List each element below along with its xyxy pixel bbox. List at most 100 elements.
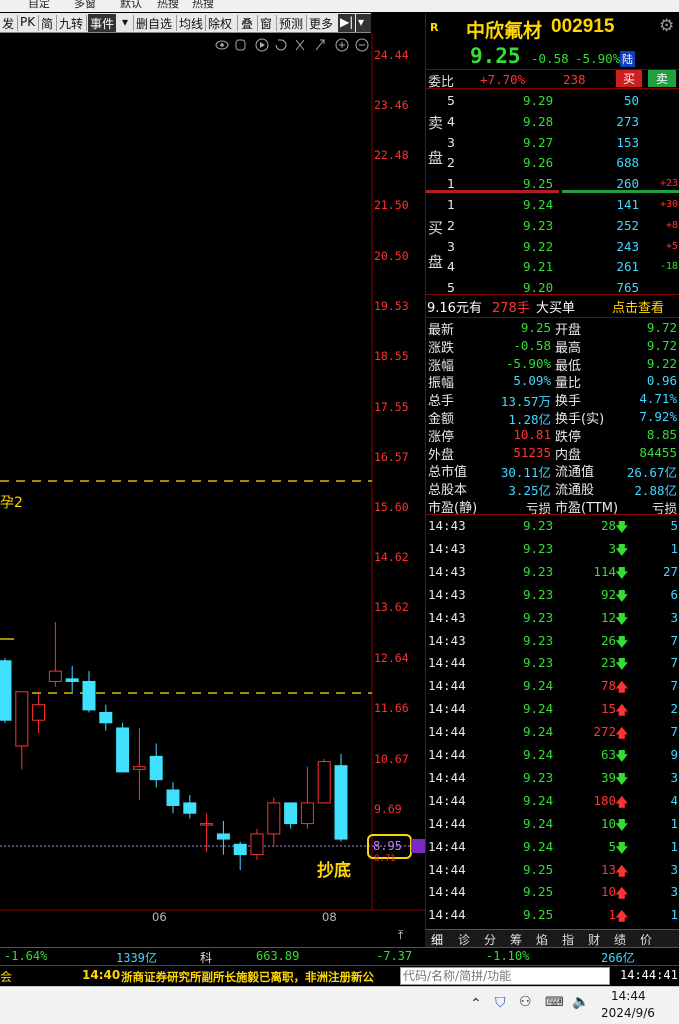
taskbar-date[interactable]: 2024/9/6 [601, 1006, 655, 1020]
chevron-down-icon[interactable]: ▾ [356, 14, 371, 32]
toolbar-item[interactable]: 九转 [59, 15, 83, 32]
toolbar-item[interactable]: 删自选 [136, 15, 172, 32]
tick-volume: 180 [593, 792, 616, 808]
chevron-down-icon[interactable]: ▾ [122, 15, 128, 29]
stat-row: 振幅 5.09% 量比 0.96 [426, 371, 679, 391]
tab-flame[interactable]: 焰 [536, 931, 548, 948]
hand-icon[interactable] [235, 39, 246, 51]
candle[interactable] [250, 828, 264, 860]
candle[interactable] [200, 813, 214, 853]
ask-row[interactable]: 5 9.29 50 [426, 90, 679, 112]
candle-body-up [300, 802, 314, 825]
tab-split[interactable]: 分 [484, 931, 496, 948]
index-name[interactable]: 科 [200, 949, 212, 966]
candle[interactable] [183, 795, 197, 819]
candle[interactable] [48, 622, 62, 687]
news-headline[interactable]: 浙商证券研究所副所长施毅已离职，非洲注册新公 [121, 969, 399, 985]
arrow-down-icon: 🡇 [615, 520, 628, 534]
candle[interactable] [166, 782, 180, 814]
toolbar-item[interactable]: 发 [2, 15, 14, 32]
candle[interactable] [300, 766, 314, 829]
arrow-up-icon: 🡅 [615, 886, 628, 901]
ask-row[interactable]: 3 9.27 153 [426, 132, 679, 154]
candle[interactable] [267, 797, 281, 847]
toolbar-item[interactable]: 简 [41, 15, 53, 32]
tick-count: 2 [670, 701, 678, 717]
chevron-up-icon[interactable]: ⌃ [470, 996, 482, 1012]
candle[interactable] [132, 727, 146, 801]
kline-chart[interactable]: 24.44 23.46 22.48 21.50 20.50 19.53 18.5… [0, 34, 425, 930]
candle[interactable] [116, 722, 130, 773]
tick-time: 14:44 [428, 884, 466, 900]
eye-icon[interactable] [215, 40, 229, 50]
ask-row[interactable]: 4 9.28 273 [426, 111, 679, 133]
expand-icon[interactable]: ▶| [338, 14, 355, 32]
candle[interactable] [15, 691, 29, 770]
zoom-in-icon[interactable] [335, 38, 349, 52]
tick-time: 14:43 [428, 518, 466, 533]
candle[interactable] [317, 758, 331, 804]
toolbar-item[interactable]: 更多 [309, 15, 333, 32]
zoom-out-icon[interactable] [355, 38, 369, 52]
menu-item[interactable]: 默认 [120, 0, 142, 11]
news-prefix: 会 [0, 970, 13, 984]
kline-svg[interactable] [0, 34, 425, 930]
toolbar-item[interactable]: 除权 [208, 15, 232, 32]
tab-index[interactable]: 指 [562, 931, 574, 948]
candle[interactable] [32, 691, 46, 734]
tab-detail[interactable]: 细 [431, 931, 443, 948]
candle[interactable] [149, 743, 163, 788]
shield-icon[interactable]: ⛉ [495, 995, 506, 1011]
toolbar-item[interactable]: 预测 [279, 15, 303, 32]
tab-chips[interactable]: 筹 [510, 931, 522, 948]
undo-icon[interactable] [275, 39, 287, 51]
candle[interactable] [284, 802, 298, 829]
index-status-bar: -1.64% 1339亿 科 663.89 -7.37 -1.10% 266亿 [0, 947, 679, 966]
candle[interactable] [65, 665, 79, 692]
tab-finance[interactable]: 财 [588, 931, 600, 948]
tick-price: 9.23 [523, 586, 554, 602]
bid-row[interactable]: 1 9.24 141 +30 [426, 194, 679, 216]
volume-icon[interactable]: 🔈 [572, 994, 589, 1010]
toolbar-item[interactable]: PK [20, 15, 35, 29]
level-number: 5 [447, 93, 455, 108]
network-icon[interactable]: ⚇ [519, 994, 532, 1010]
candle[interactable] [216, 821, 230, 855]
sell-button[interactable]: 卖 [648, 70, 676, 87]
candle[interactable] [334, 753, 348, 842]
toolbar-item-events[interactable]: 事件 [88, 14, 117, 32]
bid-row[interactable]: 4 9.21 261 -18 [426, 256, 679, 278]
bid-row[interactable]: 2 9.23 252 +8 [426, 215, 679, 237]
taskbar-time[interactable]: 14:44 [611, 989, 646, 1003]
menu-item[interactable]: 热搜 [157, 0, 179, 11]
candle[interactable] [0, 658, 12, 723]
collapse-icon[interactable]: ⤒ [398, 928, 403, 943]
tick-row: 14:44 9.25 10 🡅 3 [426, 881, 679, 903]
tab-price[interactable]: 价 [640, 931, 652, 948]
menu-item[interactable]: 多窗 [74, 0, 96, 11]
search-input[interactable] [400, 967, 610, 985]
big-order-view-link[interactable]: 点击查看 [612, 297, 664, 316]
candle[interactable] [82, 671, 96, 713]
big-order-row[interactable]: 9.16元有 278手 大买单 点击查看 [426, 295, 679, 317]
bid-row[interactable]: 3 9.22 243 +5 [426, 236, 679, 258]
ask-row[interactable]: 2 9.26 688 [426, 152, 679, 174]
toolbar-item[interactable]: 叠 [241, 15, 253, 32]
menu-item[interactable]: 自定 [28, 0, 50, 11]
play-icon[interactable] [255, 38, 269, 52]
keyboard-icon[interactable]: ⌨ [545, 995, 564, 1010]
expand-icon[interactable] [315, 39, 325, 51]
stat-row: 总手 13.57万 换手 4.71% [426, 389, 679, 409]
tick-row: 14:44 9.25 1 🡅 1 [426, 904, 679, 926]
arrow-up-icon: 🡅 [615, 863, 628, 878]
toolbar-item[interactable]: 均线 [179, 15, 203, 32]
tab-performance[interactable]: 绩 [614, 931, 626, 948]
tab-diagnose[interactable]: 诊 [458, 931, 470, 948]
buy-button[interactable]: 买 [616, 70, 642, 87]
toolbar-item[interactable]: 窗 [260, 15, 272, 32]
candle[interactable] [99, 704, 113, 731]
candle[interactable] [233, 841, 247, 871]
gear-icon[interactable]: ⚙ [659, 16, 674, 36]
menu-item[interactable]: 热搜 [192, 0, 214, 11]
scissors-icon[interactable] [295, 39, 305, 51]
